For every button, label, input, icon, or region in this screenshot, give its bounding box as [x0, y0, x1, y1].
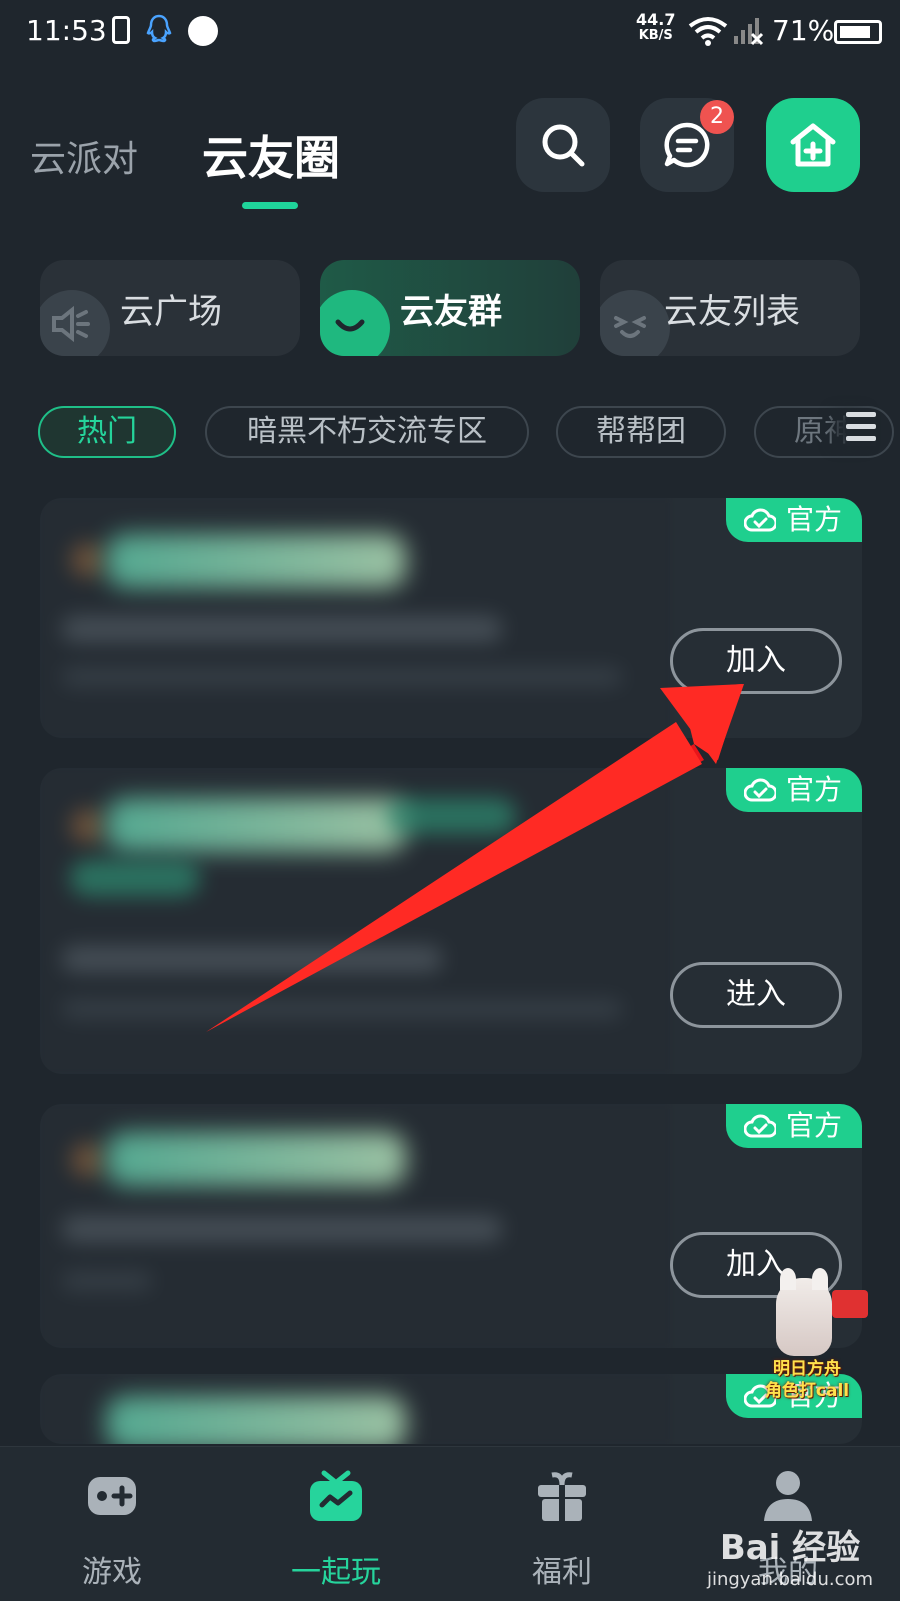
tab-cloud-friends[interactable]: 云友圈 — [202, 122, 340, 188]
create-group-button[interactable] — [766, 98, 860, 192]
promo-text: 明日方舟 角色打call — [748, 1358, 866, 1402]
group-card[interactable]: 官方 — [40, 1374, 862, 1444]
promo-line-2: 角色打call — [764, 1381, 850, 1401]
app-notification-icon — [188, 16, 218, 46]
nav-play-together[interactable]: 一起玩 — [236, 1447, 436, 1601]
filter-diablo-zone[interactable]: 暗黑不朽交流专区 — [205, 406, 529, 458]
join-button[interactable]: 加入 — [670, 628, 842, 694]
promo-line-1: 明日方舟 — [773, 1359, 841, 1379]
search-icon — [542, 124, 585, 167]
filter-hot[interactable]: 热门 — [38, 406, 176, 458]
watermark-url: jingyan.baidu.com — [706, 1569, 874, 1590]
battery-icon — [834, 20, 882, 44]
speaker-icon — [40, 290, 110, 356]
qq-icon — [146, 14, 172, 43]
active-tab-indicator — [242, 202, 298, 209]
category-cloud-friend-list[interactable]: 云友列表 — [600, 260, 860, 356]
status-bar: 11:53 44.7 KB/S 71% — [0, 0, 900, 64]
home-add-icon — [790, 123, 836, 167]
net-speed-unit: KB/S — [638, 28, 673, 43]
official-badge: 官方 — [726, 768, 862, 812]
vibrate-icon — [112, 16, 130, 44]
group-card[interactable]: 官方 加入 — [40, 498, 862, 738]
group-card[interactable]: 官方 进入 — [40, 768, 862, 1074]
group-card[interactable]: 官方 加入 — [40, 1104, 862, 1348]
official-badge-label: 官方 — [786, 773, 843, 806]
battery-percent: 71% — [772, 14, 835, 47]
category-cloud-groups[interactable]: 云友群 — [320, 260, 580, 356]
cloud-check-icon — [744, 1114, 776, 1138]
cloud-check-icon — [744, 778, 776, 802]
official-badge-label: 官方 — [786, 503, 843, 536]
category-cloud-square[interactable]: 云广场 — [40, 260, 300, 356]
official-badge: 官方 — [726, 1104, 862, 1148]
nav-label: 一起玩 — [291, 1555, 381, 1590]
red-envelope-icon — [832, 1290, 868, 1318]
blurred-content — [40, 1374, 670, 1444]
person-icon — [764, 1471, 812, 1521]
enter-button[interactable]: 进入 — [670, 962, 842, 1028]
nav-label: 游戏 — [82, 1555, 142, 1590]
official-badge-label: 官方 — [786, 1109, 843, 1142]
net-speed-value: 44.7 — [636, 10, 676, 29]
category-label: 云友列表 — [664, 292, 800, 332]
tv-icon — [310, 1470, 362, 1521]
gamepad-icon — [88, 1477, 136, 1515]
category-label: 云友群 — [400, 292, 502, 332]
blurred-content — [40, 1104, 670, 1348]
filter-help-team[interactable]: 帮帮团 — [556, 406, 726, 458]
category-label: 云广场 — [120, 292, 222, 332]
signal-icon — [734, 18, 764, 46]
blurred-content — [40, 768, 670, 1074]
search-button[interactable] — [516, 98, 610, 192]
baidu-watermark: Bai 经验 jingyan.baidu.com — [690, 1520, 890, 1590]
nav-label: 福利 — [532, 1555, 592, 1590]
tab-cloud-party[interactable]: 云派对 — [30, 130, 138, 182]
character-avatar — [776, 1268, 832, 1356]
status-time: 11:53 — [26, 14, 107, 47]
filter-menu-icon[interactable] — [846, 412, 876, 446]
cloud-smile-icon — [320, 290, 390, 356]
official-badge: 官方 — [726, 498, 862, 542]
nav-benefits[interactable]: 福利 — [462, 1447, 662, 1601]
cloud-check-icon — [744, 508, 776, 532]
floating-promo[interactable]: 明日方舟 角色打call — [748, 1268, 868, 1412]
gift-icon — [538, 1472, 586, 1521]
nav-games[interactable]: 游戏 — [12, 1447, 212, 1601]
wifi-icon — [688, 17, 728, 46]
face-icon — [600, 290, 670, 356]
net-speed: 44.7 KB/S — [636, 12, 675, 44]
blurred-content — [40, 498, 670, 738]
watermark-brand: Bai 经验 — [719, 1528, 861, 1568]
message-count-badge: 2 — [700, 100, 734, 134]
